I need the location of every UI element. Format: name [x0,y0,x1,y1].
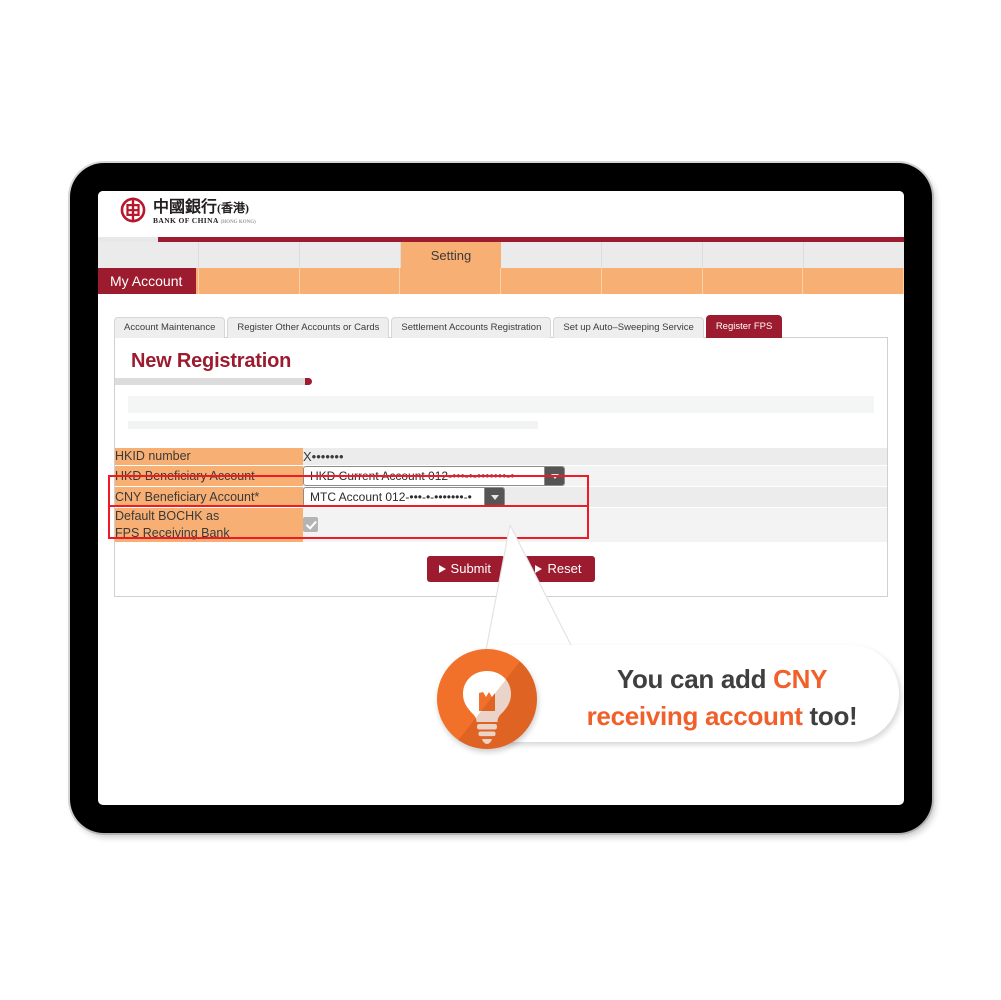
topnav-cell-5[interactable] [501,242,602,268]
sectionbar-cell-7[interactable] [703,268,804,294]
play-triangle-icon [438,564,446,573]
bank-logo-en: BANK OF CHINA [153,216,219,225]
sectionbar-cell-5[interactable] [501,268,602,294]
lightbulb-shadow [437,649,537,749]
redacted-bar-2 [128,421,539,430]
table-row-cny-beneficiary-account: CNY Beneficiary Account* MTC Account 012… [115,486,887,508]
bank-header: 中國銀行(香港) BANK OF CHINA (HONG KONG) [98,191,904,237]
subtab-settlement-accounts-registration[interactable]: Settlement Accounts Registration [391,317,552,339]
reset-button[interactable]: Reset [523,556,596,583]
hkd-beneficiary-account-select[interactable]: HKD Current Account 012-•••-•-•••••••-• [303,466,565,487]
sub-tab-bar: Account Maintenance Register Other Accou… [114,315,888,339]
bank-logo-cn-region: (香港) [217,201,250,215]
subtab-set-up-auto-sweeping-service-label: Set up Auto–Sweeping Service [563,322,694,333]
page-body: Account Maintenance Register Other Accou… [98,294,904,598]
bank-logo[interactable]: 中國銀行(香港) BANK OF CHINA (HONG KONG) [120,197,256,228]
subtab-register-other-accounts-or-cards-label: Register Other Accounts or Cards [237,322,380,333]
cny-beneficiary-account-select[interactable]: MTC Account 012-•••-•-•••••••-• [303,487,505,508]
sectionbar-cell-6[interactable] [602,268,703,294]
title-underbar-tip [305,378,312,386]
submit-button-label: Submit [450,561,492,577]
boc-emblem-icon [120,197,146,228]
section-tab-my-account-label: My Account [110,273,183,289]
title-underbar [115,378,887,386]
topnav-cell-7[interactable] [703,242,804,268]
chevron-down-icon[interactable] [544,467,564,486]
row-value-cny-beneficiary-account: MTC Account 012-•••-•-•••••••-• [303,486,887,508]
sectionbar-cell-8[interactable] [803,268,904,294]
redacted-text-area [115,385,887,447]
page-title: New Registration [131,350,292,373]
row-label-cny-beneficiary-account: CNY Beneficiary Account* [115,486,303,508]
row-label-hkid: HKID number [115,447,303,466]
registration-form-table: HKID number X••••••• HKD Beneficiary Acc… [115,447,887,543]
subtab-account-maintenance-label: Account Maintenance [124,322,216,333]
row-label-default-bochk: Default BOCHK as FPS Receiving Bank [115,507,303,543]
sectionbar-cell-4[interactable] [400,268,501,294]
table-row-hkid: HKID number X••••••• [115,447,887,466]
callout-line-1-accent: CNY [773,664,828,694]
lightbulb-icon [437,649,537,749]
top-navigation: Setting [98,242,904,268]
title-underbar-bar [115,378,305,386]
callout-line-2: receiving account too! [577,698,867,735]
topnav-cell-1[interactable] [98,242,199,268]
table-row-hkd-beneficiary-account: HKD Beneficiary Account HKD Current Acco… [115,465,887,487]
row-value-hkid: X••••••• [303,447,887,466]
chevron-down-icon[interactable] [484,488,504,507]
topnav-tab-setting-label: Setting [430,247,472,263]
section-bar: My Account [98,268,904,294]
topnav-cell-8[interactable] [804,242,904,268]
callout-line-2-accent: receiving account [586,700,803,731]
callout-text: You can add CNY receiving account too! [577,661,867,735]
cny-beneficiary-account-selected-value: MTC Account 012-•••-•-•••••••-• [310,490,472,505]
subtab-register-fps-label: Register FPS [715,321,773,332]
topnav-cell-3[interactable] [300,242,401,268]
row-label-default-bochk-line1: Default BOCHK as [115,509,220,524]
subtab-settlement-accounts-registration-label: Settlement Accounts Registration [401,322,542,333]
bank-logo-cn: 中國銀行 [153,199,218,216]
topnav-tab-setting[interactable]: Setting [401,242,501,268]
topnav-cell-2[interactable] [199,242,300,268]
subtab-set-up-auto-sweeping-service[interactable]: Set up Auto–Sweeping Service [553,317,704,339]
registration-panel: New Registration HKID number X••••••• HK… [114,337,888,598]
table-row-default-bochk: Default BOCHK as FPS Receiving Bank [115,507,887,543]
bank-logo-en-sub: (HONG KONG) [220,220,256,225]
subtab-register-fps[interactable]: Register FPS [705,315,783,339]
sectionbar-cell-2[interactable] [199,268,300,294]
hkid-masked-value: X••••••• [303,449,344,465]
section-tab-my-account[interactable]: My Account [98,268,197,294]
hkd-beneficiary-account-selected-value: HKD Current Account 012-•••-•-•••••••-• [310,469,515,484]
row-value-default-bochk [303,507,887,543]
callout-line-1: You can add CNY [577,661,867,698]
form-actions: Submit Reset [115,542,887,597]
reset-button-label: Reset [547,561,582,577]
subtab-register-other-accounts-or-cards[interactable]: Register Other Accounts or Cards [227,317,390,339]
redacted-bar-1 [128,396,874,414]
callout-line-2-plain: too! [802,700,858,731]
default-bochk-checkbox[interactable] [303,517,318,533]
callout-line-1-plain: You can add [616,664,774,694]
sectionbar-cell-3[interactable] [300,268,401,294]
subtab-account-maintenance[interactable]: Account Maintenance [114,317,226,339]
row-label-hkd-beneficiary-account: HKD Beneficiary Account [115,465,303,487]
row-value-hkd-beneficiary-account: HKD Current Account 012-•••-•-•••••••-• [303,465,887,487]
play-triangle-icon [535,564,543,573]
row-label-default-bochk-line2: FPS Receiving Bank [115,526,230,541]
topnav-cell-6[interactable] [602,242,703,268]
submit-button[interactable]: Submit [426,556,506,583]
tip-callout: You can add CNY receiving account too! [437,645,899,749]
